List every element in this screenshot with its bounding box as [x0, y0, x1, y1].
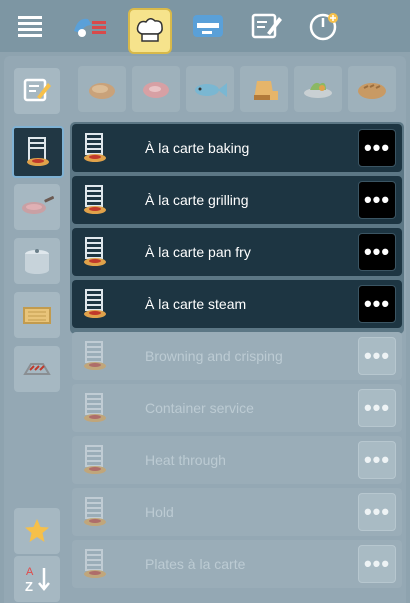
more-options-button[interactable]: ••• [358, 545, 396, 583]
sidebar: AZ [8, 56, 68, 603]
program-label: Heat through [145, 452, 226, 468]
more-options-button[interactable]: ••• [358, 389, 396, 427]
sort-az-icon[interactable]: AZ [14, 556, 60, 602]
program-row[interactable]: Plates à la carte ••• [72, 540, 402, 588]
program-row[interactable]: À la carte steam ••• [72, 280, 402, 328]
program-row[interactable]: Container service ••• [72, 384, 402, 432]
cooking-wizard-icon[interactable] [68, 4, 112, 48]
bread-icon[interactable] [348, 66, 396, 112]
program-label: Browning and crisping [145, 348, 283, 364]
svg-text:A: A [26, 566, 34, 578]
timer-plus-icon[interactable] [302, 4, 346, 48]
more-options-button[interactable]: ••• [358, 493, 396, 531]
program-label: Plates à la carte [145, 556, 246, 572]
grill-icon[interactable] [14, 346, 60, 392]
program-label: À la carte grilling [145, 192, 249, 208]
pot-icon[interactable] [14, 238, 60, 284]
program-row[interactable]: À la carte pan fry ••• [72, 228, 402, 276]
more-options-button[interactable]: ••• [358, 233, 396, 271]
a-la-carte-icon [80, 392, 110, 424]
a-la-carte-icon [80, 548, 110, 580]
more-options-button[interactable]: ••• [358, 181, 396, 219]
oven-cabinet-icon[interactable] [186, 4, 230, 48]
fish-icon[interactable] [186, 66, 234, 112]
poultry-icon[interactable] [78, 66, 126, 112]
program-row[interactable]: Heat through ••• [72, 436, 402, 484]
top-toolbar [0, 0, 410, 54]
hamburger-menu-icon[interactable] [8, 4, 52, 48]
program-label: Container service [145, 400, 254, 416]
program-label: À la carte steam [145, 296, 247, 312]
more-options-button[interactable]: ••• [358, 285, 396, 323]
a-la-carte-icon[interactable] [12, 126, 64, 178]
program-label: Hold [145, 504, 174, 520]
pan-icon[interactable] [14, 184, 60, 230]
program-row[interactable]: Hold ••• [72, 488, 402, 536]
meat-icon[interactable] [132, 66, 180, 112]
a-la-carte-icon [80, 236, 110, 268]
program-row[interactable]: Browning and crisping ••• [72, 332, 402, 380]
a-la-carte-icon [80, 340, 110, 372]
dessert-icon[interactable] [240, 66, 288, 112]
a-la-carte-icon [80, 184, 110, 216]
svg-text:Z: Z [25, 579, 33, 594]
a-la-carte-icon [80, 288, 110, 320]
more-options-button[interactable]: ••• [358, 129, 396, 167]
baking-tray-icon[interactable] [14, 292, 60, 338]
program-row[interactable]: À la carte grilling ••• [72, 176, 402, 224]
chef-hat-icon[interactable] [128, 8, 172, 54]
program-label: À la carte pan fry [145, 244, 251, 260]
a-la-carte-icon [80, 496, 110, 528]
more-options-button[interactable]: ••• [358, 337, 396, 375]
star-icon[interactable] [14, 508, 60, 554]
more-options-button[interactable]: ••• [358, 441, 396, 479]
edit-recipe-icon[interactable] [14, 68, 60, 114]
main-panel: AZ À la carte baking ••• À la carte grilli… [4, 56, 406, 603]
program-row[interactable]: À la carte baking ••• [72, 124, 402, 172]
vegetables-icon[interactable] [294, 66, 342, 112]
edit-note-icon[interactable] [244, 4, 288, 48]
a-la-carte-icon [80, 444, 110, 476]
a-la-carte-icon [80, 132, 110, 164]
program-label: À la carte baking [145, 140, 250, 156]
